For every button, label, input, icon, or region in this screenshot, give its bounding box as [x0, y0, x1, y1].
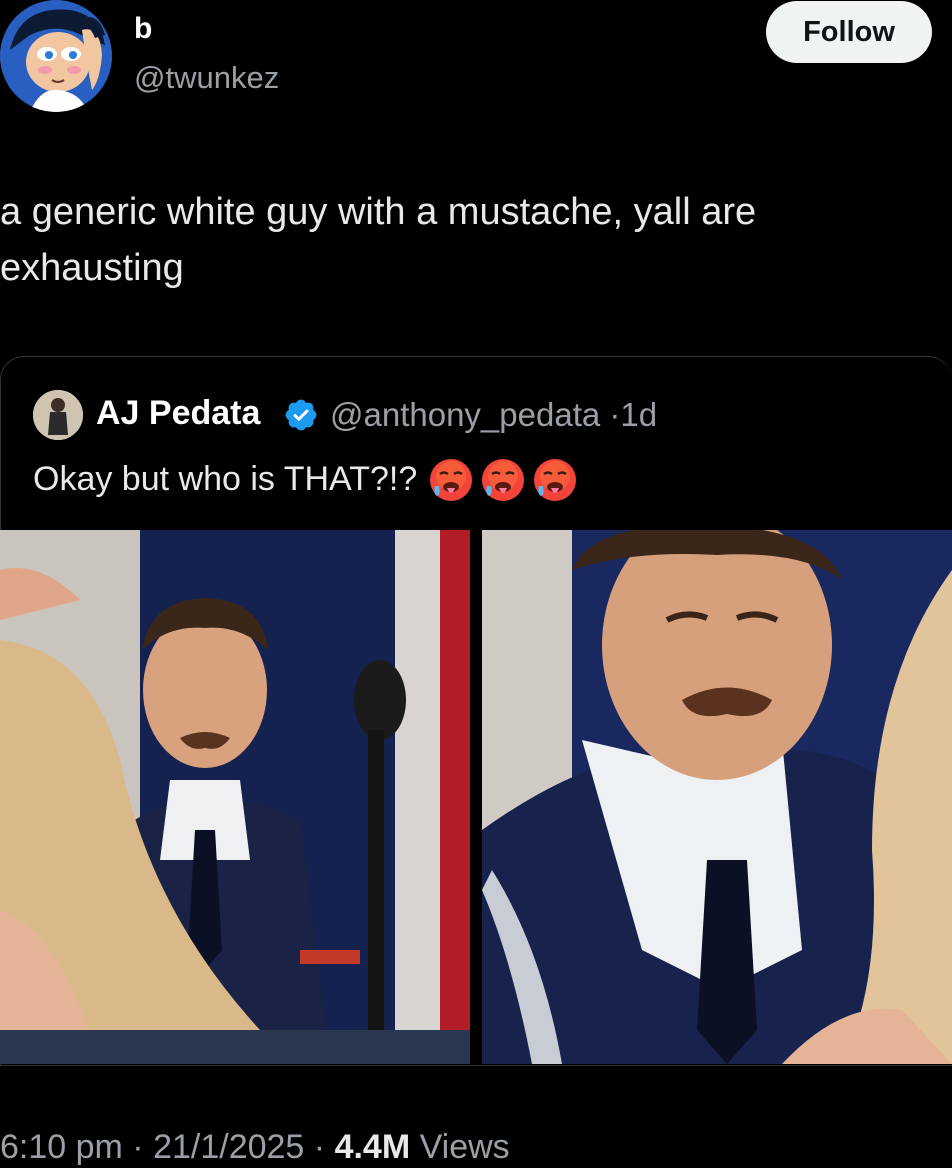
tweet-metadata: 6:10 pm · 21/1/2025 · 4.4M Views	[0, 1130, 510, 1164]
video-still-closeup	[482, 530, 952, 1064]
hot-face-emoji-icon	[430, 459, 473, 501]
author-display-name[interactable]: b	[134, 14, 152, 44]
video-still-wide	[0, 530, 470, 1064]
views-count[interactable]: 4.4M	[335, 1128, 411, 1166]
tweet-date[interactable]: 21/1/2025	[153, 1128, 304, 1166]
quoted-media-right[interactable]	[482, 530, 952, 1064]
quoted-text: Okay but who is THAT?!?	[33, 460, 418, 498]
hot-face-emoji-icon	[482, 459, 525, 501]
tweet-text: a generic white guy with a mustache, yal…	[0, 191, 757, 289]
quoted-handle-line[interactable]: @anthony_pedata ·1d	[330, 398, 657, 431]
views-label: Views	[410, 1128, 510, 1166]
cartoon-avatar-icon	[0, 0, 112, 112]
quoted-handle[interactable]: @anthony_pedata	[330, 396, 600, 433]
author-handle[interactable]: @twunkez	[134, 62, 279, 93]
author-avatar[interactable]	[0, 0, 112, 112]
person-photo-icon	[33, 390, 83, 440]
tweet-time[interactable]: 6:10 pm	[0, 1128, 123, 1166]
separator-dot: ·	[609, 396, 621, 433]
hot-face-emoji-icon	[534, 459, 577, 501]
quoted-author-avatar[interactable]	[33, 390, 83, 440]
separator-dot: ·	[122, 1128, 154, 1166]
follow-button[interactable]: Follow	[766, 1, 932, 63]
quoted-media-left[interactable]	[0, 530, 470, 1064]
quoted-time[interactable]: 1d	[620, 396, 657, 433]
separator-dot: ·	[304, 1128, 335, 1166]
verified-badge-icon	[285, 399, 317, 431]
quoted-display-name[interactable]: AJ Pedata	[96, 396, 260, 430]
